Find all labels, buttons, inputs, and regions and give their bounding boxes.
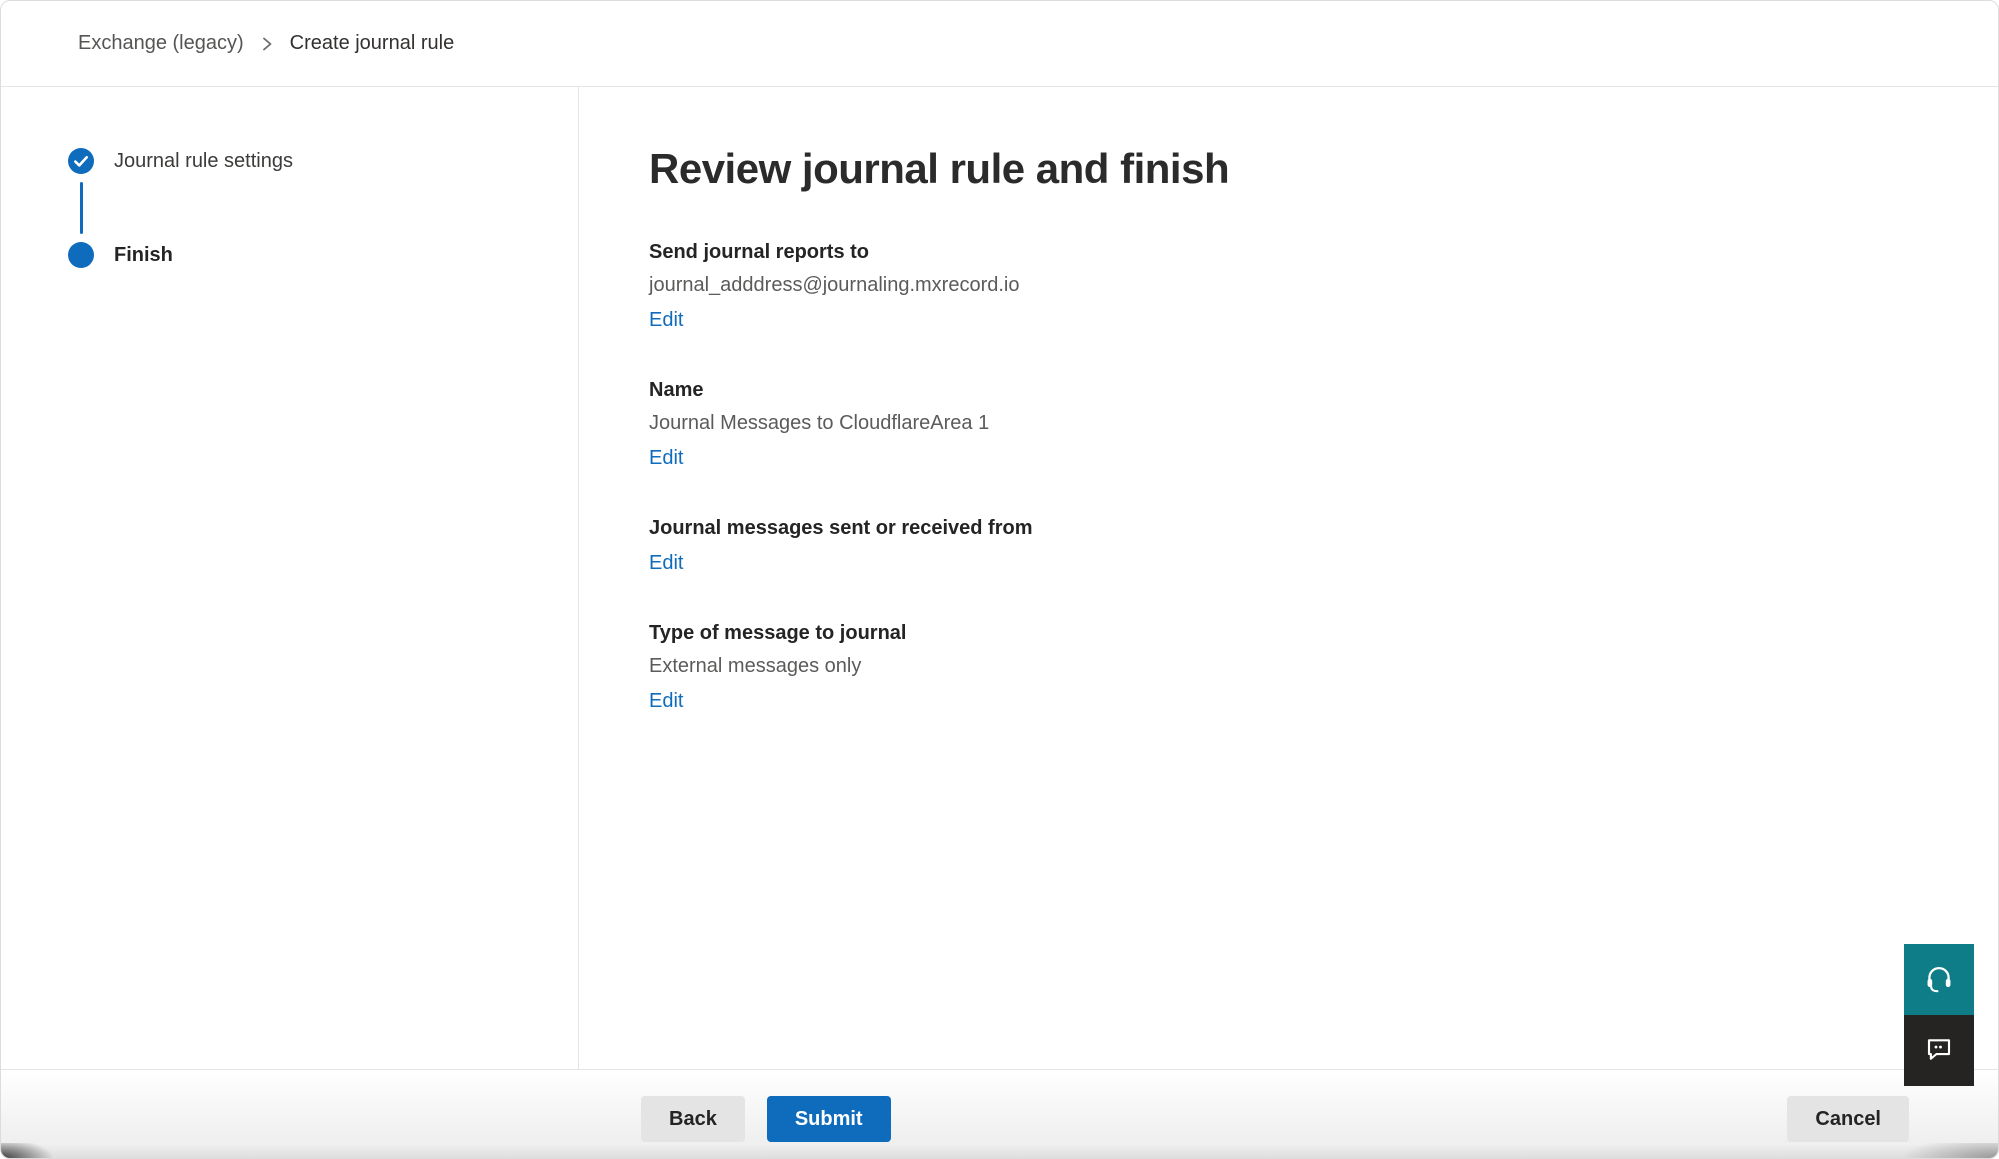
section-label: Type of message to journal	[649, 620, 1998, 646]
side-widgets	[1904, 944, 1974, 1086]
back-button[interactable]: Back	[641, 1096, 745, 1142]
review-section-name: Name Journal Messages to CloudflareArea …	[649, 377, 1998, 471]
breadcrumb-current-page: Create journal rule	[290, 32, 455, 55]
breadcrumb: Exchange (legacy) Create journal rule	[78, 32, 454, 55]
help-button[interactable]	[1904, 944, 1974, 1015]
edit-send-reports-link[interactable]: Edit	[649, 307, 683, 333]
breadcrumb-exchange-legacy[interactable]: Exchange (legacy)	[78, 32, 244, 55]
section-label: Name	[649, 377, 1998, 403]
chevron-right-icon	[260, 36, 274, 52]
submit-button[interactable]: Submit	[767, 1096, 891, 1142]
content-area: Journal rule settings Finish Review jour…	[1, 87, 1998, 1069]
step-completed-check-icon	[68, 148, 94, 174]
section-value: Journal Messages to CloudflareArea 1	[649, 410, 1998, 436]
chat-bubble-icon	[1924, 1034, 1954, 1067]
edit-message-type-link[interactable]: Edit	[649, 688, 683, 714]
section-label: Send journal reports to	[649, 239, 1998, 265]
page-title: Review journal rule and finish	[649, 143, 1998, 195]
cancel-button[interactable]: Cancel	[1787, 1096, 1909, 1142]
step-connector-line	[80, 182, 83, 234]
wizard-step-journal-rule-settings[interactable]: Journal rule settings	[68, 148, 578, 174]
footer-action-bar: Back Submit Cancel	[1, 1069, 1998, 1146]
review-pane: Review journal rule and finish Send jour…	[579, 87, 1998, 1069]
breadcrumb-bar: Exchange (legacy) Create journal rule	[1, 1, 1998, 87]
section-value: journal_adddress@journaling.mxrecord.io	[649, 272, 1998, 298]
section-value: External messages only	[649, 653, 1998, 679]
step-label: Journal rule settings	[114, 150, 293, 173]
review-section-sent-or-received-from: Journal messages sent or received from E…	[649, 515, 1998, 576]
review-section-message-type: Type of message to journal External mess…	[649, 620, 1998, 714]
feedback-button[interactable]	[1904, 1015, 1974, 1086]
edit-scope-link[interactable]: Edit	[649, 550, 683, 576]
review-section-send-reports-to: Send journal reports to journal_adddress…	[649, 239, 1998, 333]
headset-icon	[1923, 962, 1955, 997]
create-journal-rule-window: Exchange (legacy) Create journal rule Jo…	[0, 0, 1999, 1159]
step-current-dot-icon	[68, 242, 94, 268]
wizard-step-finish[interactable]: Finish	[68, 242, 578, 268]
edit-name-link[interactable]: Edit	[649, 445, 683, 471]
step-label: Finish	[114, 244, 173, 267]
wizard-step-nav: Journal rule settings Finish	[1, 87, 579, 1069]
section-label: Journal messages sent or received from	[649, 515, 1998, 541]
window-bottom-edge	[1, 1143, 1998, 1158]
